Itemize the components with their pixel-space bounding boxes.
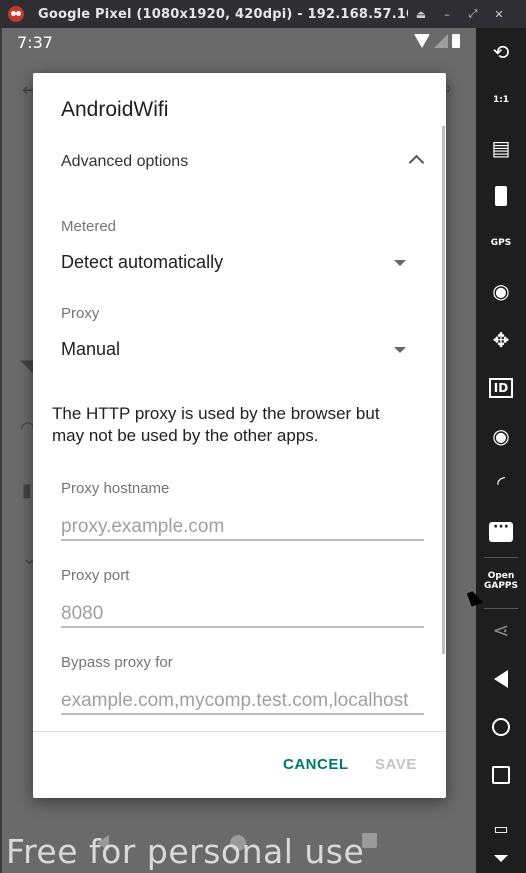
proxy-select[interactable]: Manual <box>61 339 422 369</box>
sms-icon[interactable]: ··· <box>476 512 526 552</box>
save-button[interactable]: SAVE <box>375 756 417 773</box>
id-label: ID <box>488 378 514 398</box>
proxy-info-text: The HTTP proxy is used by the browser bu… <box>52 404 380 445</box>
maximize-button[interactable]: ⤢ <box>460 7 486 21</box>
rotate-icon[interactable]: ⟲ <box>476 32 526 72</box>
zoom-fit-icon[interactable]: 1:1 <box>476 80 526 120</box>
dialog-divider <box>33 731 446 732</box>
rss-icon[interactable]: ◜ <box>476 463 526 503</box>
window-title: Google Pixel (1080x1920, 420dpi) - 192.1… <box>38 6 408 22</box>
toolbar-separator <box>484 608 518 609</box>
proxy-value: Manual <box>61 339 121 359</box>
network-dialog: AndroidWifi Advanced options Metered Det… <box>33 73 446 798</box>
proxy-port-input[interactable] <box>61 602 424 628</box>
window-titlebar: Google Pixel (1080x1920, 420dpi) - 192.1… <box>0 0 526 28</box>
recents-icon[interactable] <box>476 755 526 795</box>
phone-screen: 7:37 ← ⌕ ◥ ◠ ▮ ⌄ AndroidWifi Advanced op… <box>2 28 476 873</box>
bypass-proxy-label: Bypass proxy for <box>61 654 173 671</box>
dropdown-arrow-icon <box>394 347 406 353</box>
dialog-title: AndroidWifi <box>61 98 169 121</box>
gps-label: GPS <box>490 238 512 248</box>
toolbar-separator <box>484 557 518 558</box>
dpad-move-icon[interactable]: ✥ <box>476 320 526 360</box>
proxy-hostname-label: Proxy hostname <box>61 480 170 497</box>
screen-record-icon[interactable]: ▤ <box>476 128 526 168</box>
cancel-button[interactable]: CANCEL <box>283 756 349 773</box>
genymotion-app-icon <box>8 6 24 22</box>
metered-select[interactable]: Detect automatically <box>61 252 422 282</box>
proxy-port-label: Proxy port <box>61 567 130 584</box>
id-icon[interactable]: ID <box>476 368 526 408</box>
battery-status-icon <box>452 34 460 48</box>
advanced-options-label: Advanced options <box>61 153 189 170</box>
camera-icon[interactable]: ◉ <box>476 271 526 311</box>
dialog-scroll-area[interactable]: Advanced options Metered Detect automati… <box>33 135 446 731</box>
screenshot-root: Google Pixel (1080x1920, 420dpi) - 192.1… <box>0 0 526 873</box>
proxy-hostname-input[interactable] <box>61 515 424 541</box>
status-time: 7:37 <box>17 33 53 52</box>
background-lock-icon: ▮ <box>22 480 32 501</box>
signal-icon <box>434 34 448 48</box>
minimize-button[interactable]: – <box>434 8 460 21</box>
dropdown-arrow-icon <box>394 260 406 266</box>
gps-icon[interactable]: GPS <box>476 223 526 263</box>
wifi-icon <box>414 34 430 48</box>
proxy-label: Proxy <box>61 305 100 322</box>
media-icon[interactable]: ◉ <box>476 416 526 456</box>
back-icon[interactable] <box>476 659 526 699</box>
advanced-options-toggle[interactable]: Advanced options <box>61 153 425 183</box>
bypass-proxy-input[interactable] <box>61 689 424 715</box>
zoom-label: 1:1 <box>492 95 510 105</box>
emulator-toolbar: ⟲ 1:1 ▤ GPS ◉ ✥ ID ◉ ◜ ··· Open GAPPS ⋖ … <box>476 28 526 873</box>
status-bar: 7:37 <box>2 28 476 56</box>
battery-icon[interactable] <box>476 176 526 216</box>
opengapps-icon[interactable]: Open GAPPS <box>476 561 526 601</box>
eject-icon[interactable]: ⏏ <box>408 8 434 21</box>
watermark-text: Free for personal use <box>6 832 365 871</box>
dialog-scrollbar[interactable] <box>442 126 445 654</box>
collapse-icon[interactable] <box>476 838 526 873</box>
metered-value: Detect automatically <box>61 252 224 272</box>
chevron-up-icon <box>408 154 425 171</box>
share-icon[interactable]: ⋖ <box>476 610 526 650</box>
home-icon[interactable] <box>476 707 526 747</box>
background-wifi-icon: ◥ <box>20 356 34 377</box>
metered-label: Metered <box>61 218 117 235</box>
opengapps-label: Open GAPPS <box>483 571 519 591</box>
close-window-button[interactable]: ✕ <box>486 8 512 21</box>
